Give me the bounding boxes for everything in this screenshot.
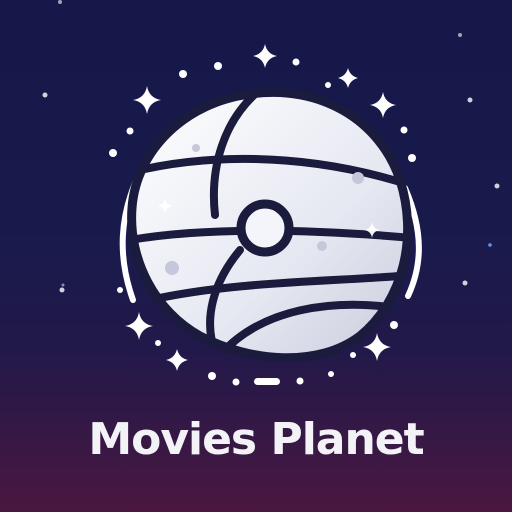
app-icon: Movies Planet (0, 0, 512, 512)
app-title: Movies Planet (88, 414, 424, 465)
planet-icon (127, 87, 413, 363)
